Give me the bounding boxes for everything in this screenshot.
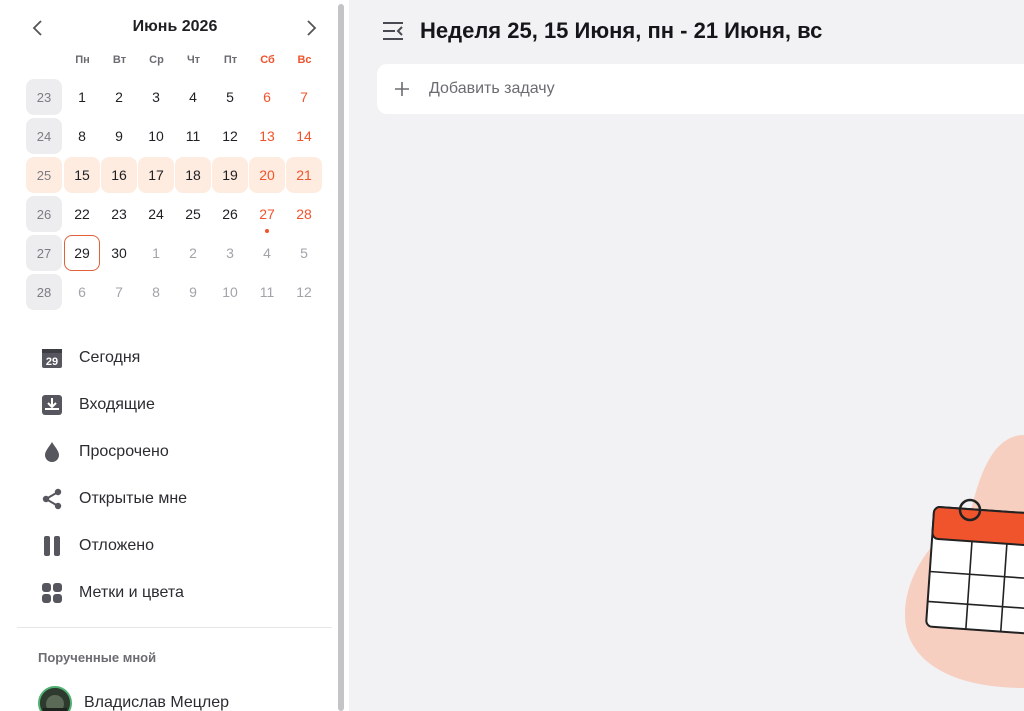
plus-icon	[395, 82, 409, 96]
calendar-day[interactable]: 16	[101, 157, 137, 193]
menu-item-today[interactable]: 29 Сегодня	[24, 338, 324, 378]
weekday-label: Чт	[186, 54, 201, 66]
calendar-day[interactable]: 11	[249, 274, 285, 310]
menu-item-label: Просрочено	[79, 443, 169, 460]
calendar-day[interactable]: 10	[212, 274, 248, 310]
calendar-day[interactable]: 18	[175, 157, 211, 193]
menu-item-inbox[interactable]: Входящие	[24, 385, 324, 425]
calendar-day[interactable]: 1	[138, 235, 174, 271]
calendar-day[interactable]: 23	[101, 196, 137, 232]
calendar-day[interactable]: 4	[249, 235, 285, 271]
sidebar-divider	[17, 627, 332, 628]
add-task-input[interactable]: Добавить задачу	[377, 64, 1024, 114]
page-title: Неделя 25, 15 Июня, пн - 21 Июня, вс	[420, 18, 823, 43]
menu-item-label: Отложено	[79, 537, 154, 554]
calendar-day[interactable]: 4	[175, 79, 211, 115]
calendar-header: Июнь 2026	[0, 10, 337, 46]
calendar-day[interactable]: 27	[249, 196, 285, 232]
share-icon	[37, 484, 67, 514]
week-number[interactable]: 27	[26, 235, 62, 271]
calendar-day[interactable]: 25	[175, 196, 211, 232]
menu-item-label: Метки и цвета	[79, 584, 184, 601]
month-title[interactable]: Июнь 2026	[100, 18, 250, 36]
calendar-day[interactable]: 9	[101, 118, 137, 154]
menu-item-label: Открытые мне	[79, 490, 188, 507]
avatar	[38, 686, 72, 711]
calendar-day[interactable]: 1	[64, 79, 100, 115]
svg-text:29: 29	[46, 356, 58, 368]
week-number[interactable]: 26	[26, 196, 62, 232]
calendar-day[interactable]: 8	[138, 274, 174, 310]
calendar-day[interactable]: 28	[286, 196, 322, 232]
calendar-day[interactable]: 24	[138, 196, 174, 232]
prev-month-button[interactable]	[20, 10, 56, 46]
tags-grid-icon	[37, 578, 67, 608]
calendar-day[interactable]: 13	[249, 118, 285, 154]
calendar-day[interactable]: 5	[286, 235, 322, 271]
sidebar-toggle-button[interactable]	[380, 18, 406, 44]
weekday-label: Сб	[260, 54, 275, 66]
weekday-label: Вт	[112, 54, 127, 66]
inbox-icon	[37, 390, 67, 420]
menu-item-shared[interactable]: Открытые мне	[24, 479, 324, 519]
calendar-day[interactable]: 21	[286, 157, 322, 193]
chevron-right-icon	[307, 20, 317, 36]
week-number[interactable]: 25	[26, 157, 62, 193]
calendar-day[interactable]: 9	[175, 274, 211, 310]
calendar-day[interactable]: 20	[249, 157, 285, 193]
calendar-day[interactable]: 10	[138, 118, 174, 154]
week-number[interactable]: 23	[26, 79, 62, 115]
menu-collapse-icon	[383, 22, 403, 40]
calendar-day[interactable]: 15	[64, 157, 100, 193]
weekday-label: Пт	[223, 54, 238, 66]
calendar-day[interactable]: 29	[64, 235, 100, 271]
calendar-day[interactable]: 11	[175, 118, 211, 154]
calendar-day[interactable]: 3	[138, 79, 174, 115]
calendar-day[interactable]: 12	[212, 118, 248, 154]
calendar-day[interactable]: 2	[175, 235, 211, 271]
menu-item-tags[interactable]: Метки и цвета	[24, 573, 324, 613]
add-task-placeholder: Добавить задачу	[429, 80, 555, 97]
week-number[interactable]: 28	[26, 274, 62, 310]
calendar-day[interactable]: 7	[286, 79, 322, 115]
calendar-day[interactable]: 6	[64, 274, 100, 310]
calendar-day[interactable]: 12	[286, 274, 322, 310]
calendar-day[interactable]: 2	[101, 79, 137, 115]
next-month-button[interactable]	[293, 10, 329, 46]
pause-icon	[37, 531, 67, 561]
menu-item-label: Сегодня	[79, 349, 141, 366]
calendar-day[interactable]: 5	[212, 79, 248, 115]
calendar-today-icon: 29	[37, 343, 67, 373]
sidebar-scrollbar[interactable]	[338, 4, 344, 711]
calendar-day[interactable]: 26	[212, 196, 248, 232]
assigned-user-item[interactable]: Владислав Мецлер	[38, 686, 229, 711]
calendar-day[interactable]: 14	[286, 118, 322, 154]
calendar-day[interactable]: 7	[101, 274, 137, 310]
menu-item-label: Входящие	[79, 396, 155, 413]
calendar-day[interactable]: 8	[64, 118, 100, 154]
calendar-day[interactable]: 17	[138, 157, 174, 193]
empty-calendar-illustration	[905, 435, 1024, 688]
assigned-user-name: Владислав Мецлер	[84, 694, 230, 711]
calendar-day[interactable]: 22	[64, 196, 100, 232]
calendar-day[interactable]: 3	[212, 235, 248, 271]
weekday-label: Ср	[149, 54, 164, 66]
weekday-label: Пн	[75, 54, 90, 66]
calendar-day[interactable]: 19	[212, 157, 248, 193]
event-dot	[265, 229, 269, 233]
menu-item-overdue[interactable]: Просрочено	[24, 432, 324, 472]
calendar-day[interactable]: 30	[101, 235, 137, 271]
menu-item-deferred[interactable]: Отложено	[24, 526, 324, 566]
assigned-section-title: Порученные мной	[38, 650, 157, 665]
weekday-label: Вс	[297, 54, 312, 66]
sidebar: Июнь 2026 Пн Вт Ср Чт Пт Сб Вс 23 1 2 3 4 5 6 7 24 8 9 10…	[0, 0, 337, 711]
calendar-day[interactable]: 6	[249, 79, 285, 115]
drop-icon	[37, 437, 67, 467]
chevron-left-icon	[32, 20, 42, 36]
week-number[interactable]: 24	[26, 118, 62, 154]
